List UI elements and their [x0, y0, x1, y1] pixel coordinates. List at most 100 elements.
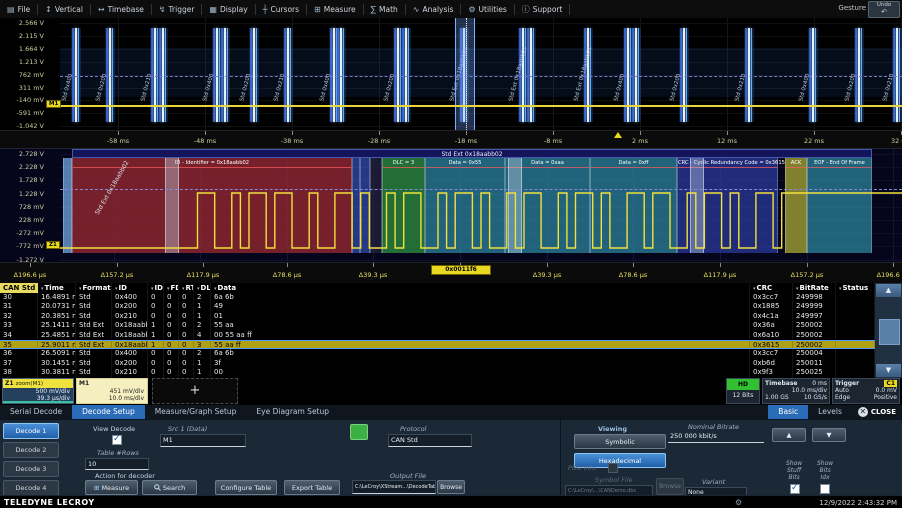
- table-scrollbar[interactable]: ▲ ▼: [875, 283, 902, 378]
- table-row[interactable]: 3016.4891 msStd0x40000026a 6b0x3cc724999…: [0, 293, 875, 302]
- zoom-selection-region[interactable]: [455, 18, 475, 130]
- table-cell: 1: [148, 321, 164, 330]
- m1-descriptor[interactable]: M1 451 mV/div 10.0 ms/div: [76, 378, 148, 404]
- table-column-header[interactable]: ▾RTR: [179, 283, 194, 293]
- y-axis-label: -1.042 V: [2, 122, 44, 130]
- decoder-tab-3[interactable]: Decode 3: [3, 461, 59, 477]
- menu-item-utilities[interactable]: ⚙Utilities: [461, 0, 513, 18]
- zoom-waveform-plot[interactable]: 2.728 V2.228 V1.728 V1.228 V728 mV228 mV…: [0, 148, 902, 263]
- table-row[interactable]: 3220.3851 msStd0x2100001010x4c1a249997: [0, 312, 875, 321]
- export-table-label: Export Table: [292, 484, 332, 492]
- table-cell: 250002: [793, 341, 836, 348]
- table-row[interactable]: 3525.9011 msStd Ext0x18aabb02100355 aa f…: [0, 340, 875, 349]
- dialog-tab-measure-graph-setup[interactable]: Measure/Graph Setup: [145, 405, 247, 419]
- menu-item-timebase[interactable]: ↔Timebase: [91, 0, 151, 18]
- dialog-tab-serial-decode[interactable]: Serial Decode: [0, 405, 72, 419]
- menu-item-trigger[interactable]: ↯Trigger: [152, 0, 202, 18]
- time-axis-label: 32 ms: [891, 137, 902, 145]
- src1-select[interactable]: M1: [160, 434, 246, 447]
- table-column-header[interactable]: ▾Time: [38, 283, 76, 293]
- support-icon: ⓘ: [522, 4, 530, 15]
- symbol-browse-button[interactable]: Browse: [656, 478, 684, 495]
- menu-item-vertical[interactable]: ↕Vertical: [38, 0, 90, 18]
- decoder-tab-1[interactable]: Decode 1: [3, 423, 59, 439]
- menu-label: Analysis: [422, 5, 453, 14]
- table-row[interactable]: 3730.1451 msStd0x20000013f0xb6d250011: [0, 359, 875, 368]
- table-row[interactable]: 3626.5091 msStd0x40000026a 6b0x3cc725000…: [0, 349, 875, 358]
- table-row[interactable]: 3830.3811 msStd0x2100001000x9f3250025: [0, 368, 875, 377]
- symbolic-button[interactable]: Symbolic: [574, 434, 666, 449]
- grid-line-h: [60, 113, 902, 114]
- show-bits-idx-checkbox[interactable]: [820, 484, 830, 494]
- bitrate-down-button[interactable]: ▼: [812, 428, 846, 442]
- pdu-info-checkbox[interactable]: [608, 463, 618, 473]
- panel-tab-levels[interactable]: Levels: [808, 405, 852, 419]
- table-column-header[interactable]: ▾FDF: [164, 283, 179, 293]
- main-waveform-plot[interactable]: 2.566 V2.115 V1.664 V1.213 V762 mV311 mV…: [0, 18, 902, 130]
- decoder-tab-4[interactable]: Decode 4: [3, 480, 59, 496]
- close-dialog-button[interactable]: ✕CLOSE: [852, 405, 902, 419]
- table-rows-input[interactable]: 10: [85, 458, 149, 470]
- table-column-header[interactable]: ▾CRC: [750, 283, 793, 293]
- menu-item-math[interactable]: ∑Math: [364, 0, 405, 18]
- bitrate-field[interactable]: 250 000 kbit/s: [668, 431, 764, 443]
- search-button[interactable]: Search: [142, 480, 197, 495]
- column-header-label: CRC: [757, 284, 773, 292]
- axis-tick: [553, 131, 554, 135]
- timebase-descriptor[interactable]: Timebase 0 ms 10.0 ms/div 1.00 GS 10 GS/…: [762, 378, 830, 404]
- table-row[interactable]: 3425.4851 msStd Ext0x18aabb03100400 55 a…: [0, 331, 875, 340]
- sort-arrow-icon: ▾: [796, 286, 799, 292]
- bitrate-up-button[interactable]: ▲: [772, 428, 806, 442]
- output-file-field[interactable]: C:\LeCroy\XStream...\DecodeTable.csv: [352, 480, 436, 494]
- table-cell: [836, 312, 875, 321]
- trigger-descriptor[interactable]: Trigger C1 Auto 0.0 mV Edge Positive: [832, 378, 900, 404]
- table-cell: Std: [76, 293, 112, 302]
- scroll-down-arrow[interactable]: ▼: [876, 364, 901, 377]
- decoder-tab-2[interactable]: Decode 2: [3, 442, 59, 458]
- export-table-button[interactable]: Export Table: [284, 480, 340, 495]
- menu-item-cursors[interactable]: ┼Cursors: [256, 0, 306, 18]
- table-cell: 31: [0, 302, 38, 311]
- measure-button[interactable]: ⊞ Measure: [85, 480, 138, 495]
- table-column-header[interactable]: ▾Format: [76, 283, 112, 293]
- zoom-y-axis-label: 1.228 V: [2, 190, 44, 198]
- menu-item-file[interactable]: ▤File: [0, 0, 37, 18]
- sort-arrow-icon: ▾: [151, 286, 154, 292]
- table-cell: 0x18aabb01: [112, 321, 148, 330]
- intensity-band: [60, 48, 902, 97]
- dialog-tab-eye-diagram-setup[interactable]: Eye Diagram Setup: [246, 405, 339, 419]
- table-column-header[interactable]: ▾IDE: [148, 283, 164, 293]
- menu-item-support[interactable]: ⓘSupport: [515, 0, 570, 18]
- scroll-up-arrow[interactable]: ▲: [876, 284, 901, 297]
- dialog-tab-decode-setup[interactable]: Decode Setup: [72, 405, 145, 419]
- table-column-header[interactable]: ▾BitRate: [793, 283, 836, 293]
- settings-gear-icon[interactable]: ⚙: [735, 498, 742, 507]
- configure-table-button[interactable]: Configure Table: [215, 480, 277, 495]
- menu-item-measure[interactable]: ⊞Measure: [307, 0, 363, 18]
- undo-button[interactable]: Undo ↶: [868, 1, 900, 18]
- table-row[interactable]: 3325.1411 msStd Ext0x18aabb01100255 aa0x…: [0, 321, 875, 330]
- scroll-thumb[interactable]: [879, 319, 900, 345]
- show-stuff-bits-checkbox[interactable]: [790, 484, 800, 494]
- output-browse-button[interactable]: Browse: [437, 480, 465, 494]
- timebase-title: Timebase: [765, 380, 797, 387]
- decode-table[interactable]: CAN Std▾Time▾Format▾ID▾IDE▾FDF▾RTR▾DLC▾D…: [0, 283, 875, 378]
- table-column-header[interactable]: ▾ID: [112, 283, 148, 293]
- table-row[interactable]: 3120.0731 msStd0x2000001490x1885249999: [0, 302, 875, 311]
- table-column-header[interactable]: ▾Status: [836, 283, 875, 293]
- panel-tab-basic[interactable]: Basic: [768, 405, 808, 419]
- view-decode-checkbox[interactable]: [112, 435, 122, 445]
- time-axis-label: -58 ms: [107, 137, 129, 145]
- zoom-time-axis: Δ196.6 µsΔ157.2 µsΔ117.9 µsΔ78.6 µsΔ39.3…: [0, 262, 902, 283]
- menu-bar: ▤File↕Vertical↔Timebase↯Trigger▦Display┼…: [0, 0, 902, 19]
- menu-item-analysis[interactable]: ∿Analysis: [406, 0, 461, 18]
- table-cell: 250002: [793, 321, 836, 330]
- time-cursor-line[interactable]: [466, 18, 468, 130]
- protocol-select[interactable]: CAN Std: [388, 434, 472, 447]
- add-trace-button[interactable]: +: [152, 378, 238, 404]
- menu-item-display[interactable]: ▦Display: [202, 0, 254, 18]
- table-cell: 35: [0, 341, 38, 348]
- z1-descriptor[interactable]: Z1 zoom(M1) 500 mV/div 39.3 µs/div: [2, 378, 74, 404]
- table-column-header[interactable]: ▾DLC: [194, 283, 211, 293]
- table-column-header[interactable]: ▾Data: [211, 283, 750, 293]
